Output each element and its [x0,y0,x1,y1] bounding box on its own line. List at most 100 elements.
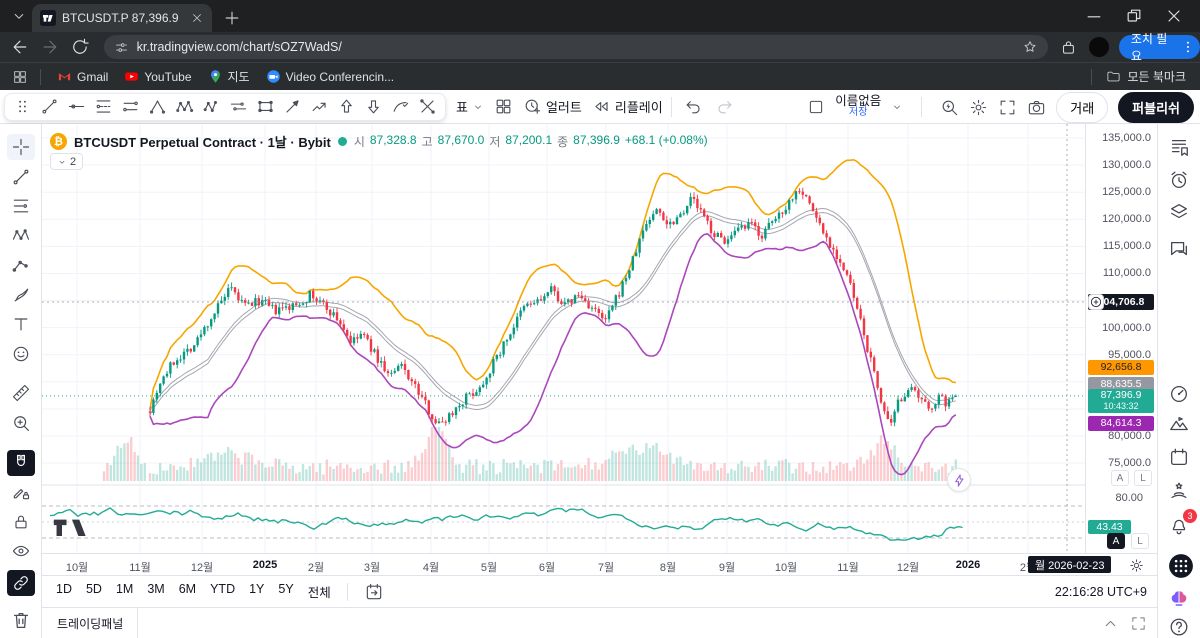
notifications-button[interactable]: 3 [1168,514,1192,538]
hide-drawings-tool-button[interactable] [7,538,35,564]
instant-trading-button[interactable] [947,468,971,492]
undo-button[interactable] [684,97,703,116]
pitchfork-tool-button[interactable] [144,95,171,119]
abcd-pattern-tool-button[interactable] [198,95,225,119]
fullscreen-icon[interactable] [998,98,1017,117]
auto-scale-button[interactable]: A [1107,533,1125,549]
forward-button[interactable] [40,37,60,57]
fib-tool-button[interactable] [7,193,35,219]
range-button-5Y[interactable]: 5Y [278,582,293,601]
chat-button[interactable] [1168,238,1192,262]
apps-grid-icon[interactable] [12,69,28,85]
bookmark-maps[interactable]: 지도 [208,68,250,85]
log-scale-button[interactable]: L [1131,533,1149,549]
window-restore-button[interactable] [1124,6,1144,26]
bookmark-gmail[interactable]: Gmail [57,68,108,85]
add-alert-plus-button[interactable] [1088,294,1104,310]
profile-avatar[interactable] [1089,37,1109,57]
chart-legend[interactable]: ₿ BTCUSDT Perpetual Contract · 1날 · Bybi… [50,132,708,151]
magnet-tool-button[interactable] [7,450,35,476]
text-tool-button[interactable] [7,311,35,337]
extensions-icon[interactable] [1060,39,1077,56]
panel-expand-chevron-icon[interactable] [1102,615,1119,632]
auto-scale-button[interactable]: A [1111,470,1129,486]
fib-retracement-tool-button[interactable] [90,95,117,119]
snapshot-camera-icon[interactable] [1027,98,1046,117]
bookmark-star-icon[interactable] [1022,39,1038,55]
screener-button[interactable] [1168,383,1192,407]
site-settings-icon[interactable] [114,40,129,55]
layout-grid-button[interactable] [494,97,513,116]
watchlist-button[interactable] [1168,136,1192,160]
curve-tool-button[interactable] [387,95,414,119]
lock-all-tool-button[interactable] [7,509,35,535]
bookmark-video-conf[interactable]: Video Conferencin... [266,68,395,85]
address-bar[interactable]: kr.tradingview.com/chart/sOZ7WadS/ [104,35,1048,59]
new-tab-button[interactable] [222,8,242,28]
trading-panel-tab[interactable]: 트레이딩패널 [43,608,138,638]
ideas-button[interactable] [1168,413,1192,437]
candlestick-chart[interactable] [42,124,1085,553]
price-scale[interactable]: 135,000.0130,000.0125,000.0120,000.0115,… [1085,124,1157,553]
arrow-down-tool-button[interactable] [360,95,387,119]
alert-button[interactable]: 얼러트 [523,97,582,116]
trade-button[interactable]: 거래 [1056,92,1108,123]
arrow-up-tool-button[interactable] [333,95,360,119]
clock-utc[interactable]: 22:16:28 UTC+9 [1055,585,1147,599]
range-button-전체[interactable]: 전체 [308,582,331,601]
chart-area[interactable]: ₿ BTCUSDT Perpetual Contract · 1날 · Bybi… [42,124,1085,553]
go-to-date-icon[interactable] [364,582,384,602]
ruler-tool-button[interactable] [7,380,35,406]
all-bookmarks[interactable]: 모든 북마크 [1091,68,1186,85]
time-scale-settings-icon[interactable] [1128,557,1145,574]
panel-maximize-icon[interactable] [1130,615,1147,632]
range-button-6M[interactable]: 6M [179,582,196,601]
indicators-button[interactable]: 표 [456,97,484,116]
symbol-title[interactable]: BTCUSDT Perpetual Contract · 1날 · Bybit [74,132,331,151]
parallel-channel-tool-button[interactable] [117,95,144,119]
price-chart-svg[interactable] [42,124,1085,553]
xabcd-pattern-tool-button[interactable] [171,95,198,119]
apps-menu-button[interactable] [1168,553,1192,577]
calendar-button[interactable] [1168,446,1192,470]
brush-tool-button[interactable] [7,282,35,308]
trend-line-tool-button[interactable] [7,164,35,190]
cross-line-tool-button[interactable] [414,95,441,119]
range-button-1D[interactable]: 1D [56,582,72,601]
disjoint-channel-tool-button[interactable] [225,95,252,119]
chevron-down-icon[interactable] [891,101,903,113]
shows-button[interactable] [1168,480,1192,504]
trend-line-tool-button[interactable] [36,95,63,119]
collapsed-indicators-chip[interactable]: 2 [50,153,83,170]
horizontal-ray-tool-button[interactable] [63,95,90,119]
range-button-1Y[interactable]: 1Y [249,582,264,601]
projection-tool-button[interactable] [7,252,35,278]
action-needed-button[interactable]: 조치 필요 [1119,35,1200,59]
trend-arrow-tool-button[interactable] [306,95,333,119]
rectangle-tool-button[interactable] [252,95,279,119]
multichart-checkbox[interactable] [807,98,825,116]
back-button[interactable] [10,37,30,57]
xabcd-tool-button[interactable] [7,222,35,248]
save-label[interactable]: 저장 [849,107,867,119]
range-button-3M[interactable]: 3M [147,582,164,601]
log-scale-button[interactable]: L [1134,470,1152,486]
object-tree-button[interactable] [1168,201,1192,225]
time-scale[interactable]: 10월11월12월20252월3월4월5월6월7월8월9월10월11월12월20… [42,553,1157,575]
help-button[interactable] [1168,616,1192,638]
range-button-5D[interactable]: 5D [86,582,102,601]
window-close-button[interactable] [1164,6,1184,26]
zoom-tool-button[interactable] [7,410,35,436]
browser-tab[interactable]: BTCUSDT.P 87,396.9 ▲ +0.08% [32,4,212,32]
window-minimize-button[interactable] [1084,6,1104,26]
arrow-marker-tool-button[interactable] [279,95,306,119]
range-button-YTD[interactable]: YTD [210,582,235,601]
ai-assistant-button[interactable] [1168,588,1192,612]
range-button-1M[interactable]: 1M [116,582,133,601]
quick-search-icon[interactable] [940,98,959,117]
tab-close-icon[interactable] [190,11,204,25]
alerts-button[interactable] [1168,169,1192,193]
replay-button[interactable]: 리플레이 [592,97,663,116]
drag-handle-tool-button[interactable] [9,95,36,119]
reload-button[interactable] [70,37,90,57]
